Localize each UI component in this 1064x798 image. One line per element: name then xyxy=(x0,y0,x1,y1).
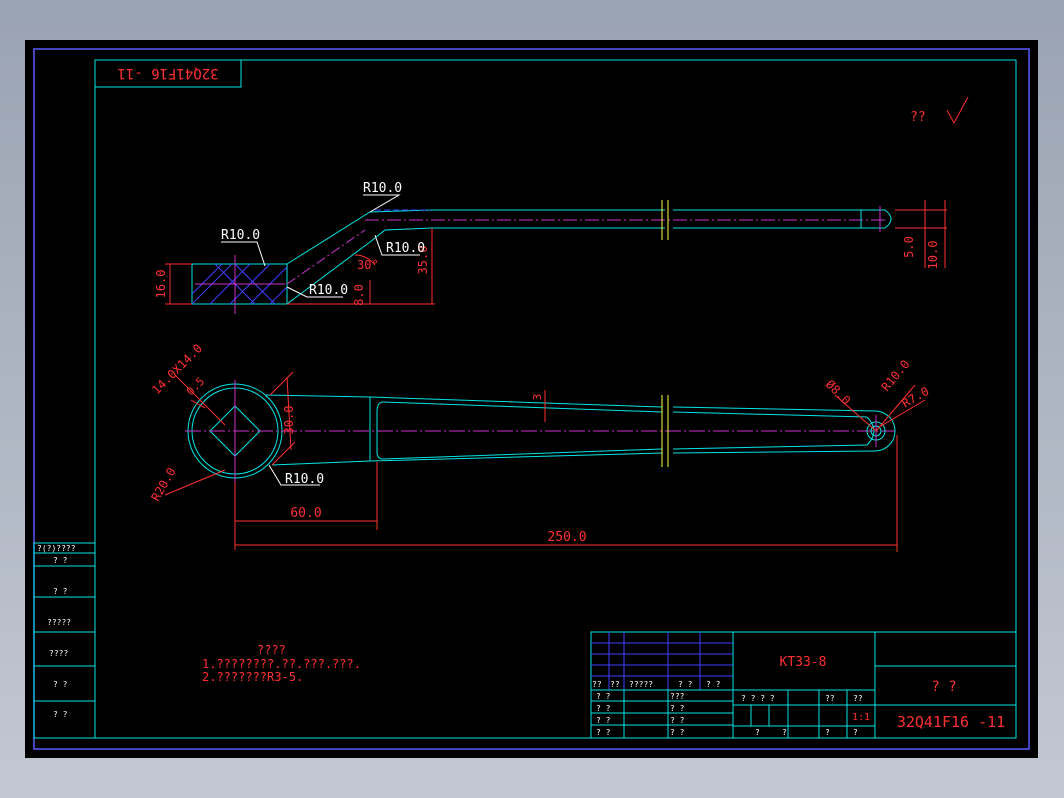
sign-header-4: ? ? xyxy=(678,680,693,689)
roughness-icon xyxy=(946,96,969,125)
sign-header-1: ?? xyxy=(592,680,602,689)
sign-left-1: ? ? xyxy=(596,692,611,701)
front-view: 14.0X14.0 0.5 30.0 R20.0 R10.0 60.0 250.… xyxy=(148,341,932,552)
notes-line-1: 1.????????.??.???.???. xyxy=(202,657,361,671)
width-30: 30.0 xyxy=(282,406,296,435)
left-strip-row-6: ? ? xyxy=(53,710,68,719)
top-view: 16.0 8.0 35.0 30° 5.0 10.0 R10.0 R10.0 R… xyxy=(154,181,947,314)
sign-left-3: ? ? xyxy=(596,716,611,725)
roughness-label: ?? xyxy=(910,110,926,125)
phi8: Ø8.0 xyxy=(823,377,853,407)
r20: R20.0 xyxy=(148,465,178,503)
stamp-upside-down: 32Q41F16 -11 xyxy=(117,65,218,81)
chamfer: 0.5 xyxy=(184,375,207,398)
sign-header-3: ????? xyxy=(629,680,653,689)
dim-16: 16.0 xyxy=(154,270,168,299)
title-block: ?? ?? ????? ? ? ? ? ? ? ? ? ? ? ? ? ??? … xyxy=(590,631,1017,739)
dim-60: 60.0 xyxy=(290,506,321,521)
notes-title: ???? xyxy=(257,643,286,657)
part-name: ? ? xyxy=(931,679,956,695)
sign-mid-3: ? ? xyxy=(670,716,685,725)
sign-header-2: ?? xyxy=(610,680,620,689)
dim-250: 250.0 xyxy=(547,530,586,545)
left-strip-row-2: ? ? xyxy=(53,587,68,596)
scale-value: 1:1 xyxy=(852,712,870,723)
sign-mid-1: ??? xyxy=(670,692,685,701)
left-strip-row-3: ????? xyxy=(47,618,71,627)
dim-5: 5.0 xyxy=(902,236,916,258)
sign-left-4: ? ? xyxy=(596,728,611,737)
drawing-canvas: 32Q41F16 -11 ?? 16.0 8.0 35.0 30° 5.0 10… xyxy=(25,40,1038,758)
bottom-label-1: ? xyxy=(755,728,760,737)
sign-left-2: ? ? xyxy=(596,704,611,713)
radius-label-a: R10.0 xyxy=(363,181,402,196)
radius-label-b: R10.0 xyxy=(221,228,260,243)
drawing-number: 32Q41F16 -11 xyxy=(897,713,1005,731)
dim-10: 10.0 xyxy=(926,241,940,270)
bottom-label-2: ? xyxy=(782,728,787,737)
stage-label: ? ? ? ? xyxy=(741,694,775,703)
bottom-label-4: ? xyxy=(853,728,858,737)
weight-label: ?? xyxy=(825,694,835,703)
left-strip: ?(?)???? ? ? ? ? ????? ???? ? ? ? ? xyxy=(33,542,96,739)
left-strip-row-4: ???? xyxy=(49,649,68,658)
sign-mid-4: ? ? xyxy=(670,728,685,737)
radius-label-c: R10.0 xyxy=(386,241,425,256)
radius-label-d: R10.0 xyxy=(309,283,348,298)
r7: R7.0 xyxy=(900,384,932,411)
left-strip-header: ?(?)???? xyxy=(37,544,76,553)
cad-drawing: 32Q41F16 -11 ?? 16.0 8.0 35.0 30° 5.0 10… xyxy=(33,48,1030,750)
notes-line-2: 2.???????R3-5. xyxy=(202,670,303,684)
inner-frame xyxy=(94,59,1017,739)
dim-8: 8.0 xyxy=(352,284,366,306)
dim-3: 3 xyxy=(531,394,544,401)
r10-end: R10.0 xyxy=(879,357,913,394)
sign-mid-2: ? ? xyxy=(670,704,685,713)
sign-header-5: ? ? xyxy=(706,680,721,689)
left-strip-row-5: ? ? xyxy=(53,680,68,689)
angle-30: 30° xyxy=(357,258,379,272)
left-strip-row-1: ? ? xyxy=(53,556,68,565)
part-code: KT33-8 xyxy=(780,655,827,670)
bottom-label-3: ? xyxy=(825,728,830,737)
scale-label: ?? xyxy=(853,694,863,703)
r10-front: R10.0 xyxy=(285,472,324,487)
